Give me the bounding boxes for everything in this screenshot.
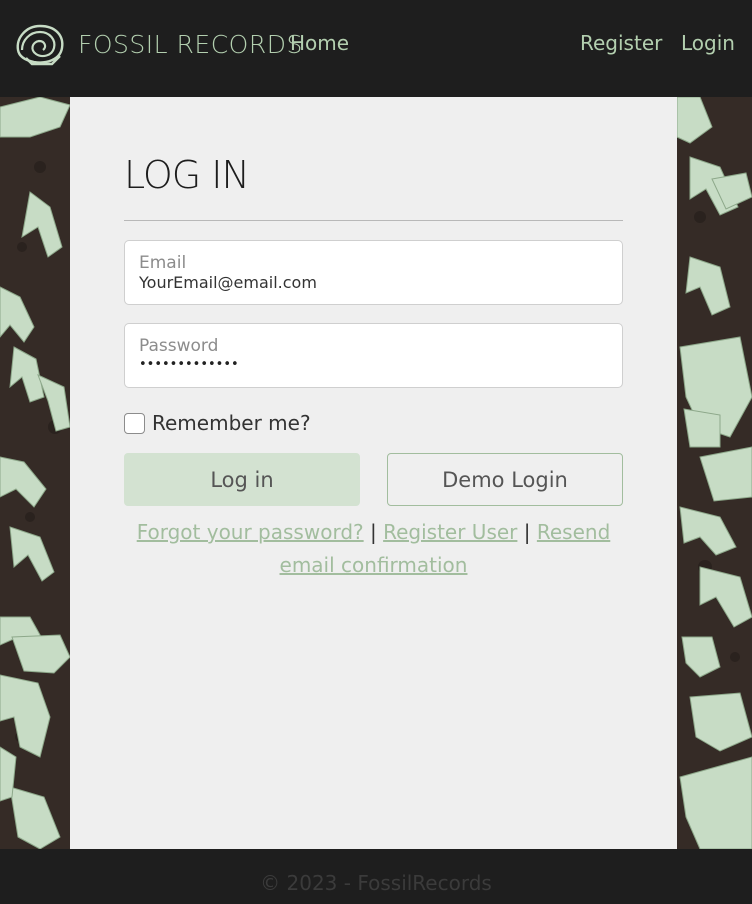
page-title: LOG IN bbox=[124, 153, 250, 197]
register-user-link[interactable]: Register User bbox=[383, 520, 517, 544]
password-field[interactable]: Password ••••••••••••• bbox=[124, 323, 623, 388]
account-links: Forgot your password? | Register User | … bbox=[124, 516, 623, 582]
brand-name: FOSSIL RECORDS bbox=[78, 29, 303, 59]
nav-register-link[interactable]: Register bbox=[580, 31, 662, 55]
nav-home-link[interactable]: Home bbox=[290, 31, 349, 55]
email-label: Email bbox=[139, 253, 187, 273]
login-button[interactable]: Log in bbox=[124, 453, 360, 506]
link-separator: | bbox=[523, 520, 531, 544]
link-separator: | bbox=[370, 520, 377, 544]
remember-me-label: Remember me? bbox=[152, 411, 311, 435]
password-label: Password bbox=[139, 336, 219, 356]
nav-login-link[interactable]: Login bbox=[681, 31, 735, 55]
email-field[interactable]: Email bbox=[124, 240, 623, 305]
forgot-password-link[interactable]: Forgot your password? bbox=[137, 520, 364, 544]
password-input[interactable]: ••••••••••••• bbox=[139, 357, 239, 372]
email-input[interactable] bbox=[139, 273, 599, 292]
brand-link[interactable]: FOSSIL RECORDS bbox=[12, 20, 303, 68]
ammonite-fossil-icon bbox=[16, 24, 64, 66]
footer-copyright: © 2023 - FossilRecords bbox=[260, 871, 492, 895]
remember-me-checkbox[interactable] bbox=[124, 412, 145, 434]
title-divider bbox=[124, 220, 623, 221]
navbar: FOSSIL RECORDS Home Register Login bbox=[0, 0, 752, 97]
remember-me[interactable]: Remember me? bbox=[124, 411, 311, 435]
demo-login-button[interactable]: Demo Login bbox=[387, 453, 623, 506]
